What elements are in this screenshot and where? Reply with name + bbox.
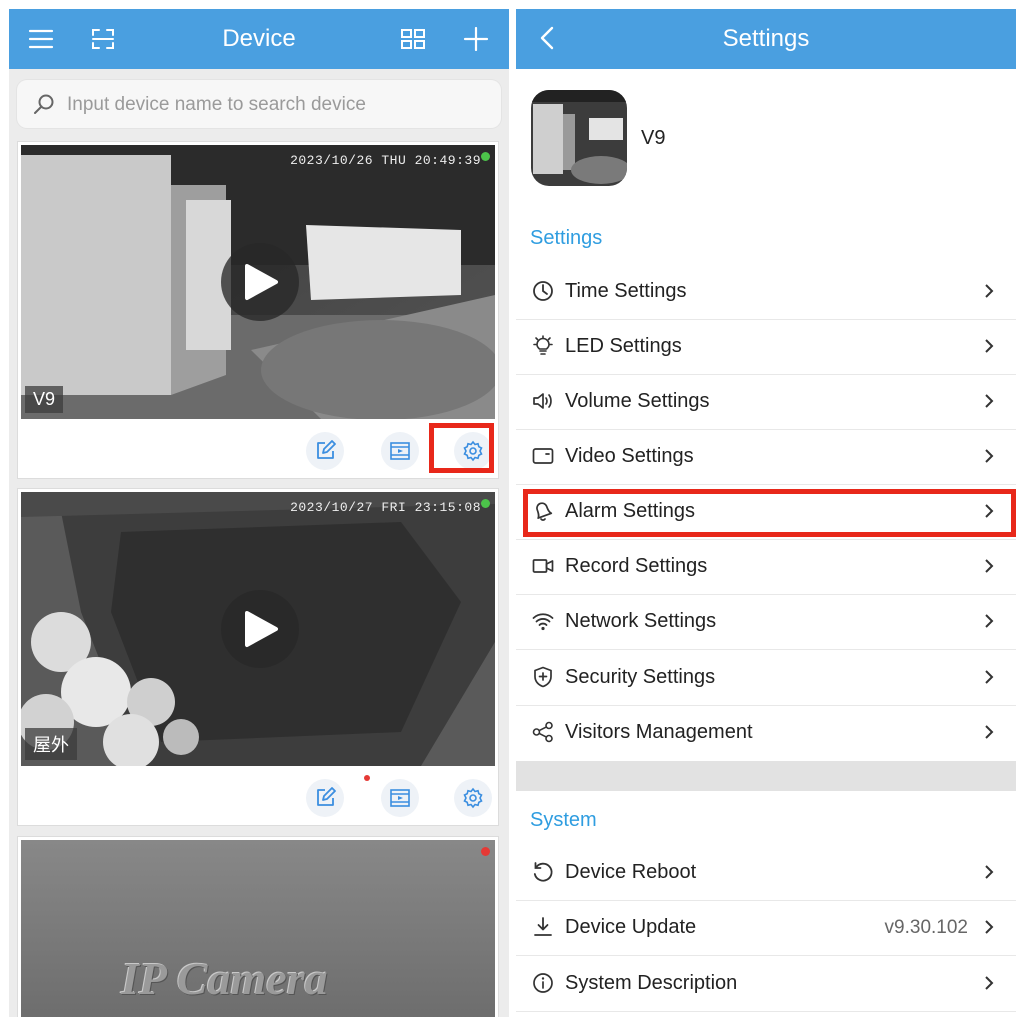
settings-screen: Settings V9 Settings Time Settings LED S… (516, 9, 1016, 1017)
download-icon (532, 916, 554, 938)
search-icon (34, 94, 54, 114)
chevron-right-icon (985, 339, 994, 353)
chevron-right-icon (985, 394, 994, 408)
chevron-right-icon (985, 449, 994, 463)
play-icon (245, 264, 278, 300)
settings-item-label: LED Settings (565, 335, 682, 357)
settings-item-time[interactable]: Time Settings (516, 264, 1016, 320)
settings-item-security[interactable]: Security Settings (516, 650, 1016, 706)
system-item-update[interactable]: Device Update v9.30.102 (516, 900, 1016, 956)
page-title: Device (222, 25, 296, 52)
settings-item-label: Network Settings (565, 610, 717, 632)
play-icon (245, 611, 278, 647)
camera-preview[interactable]: 2023/10/27 FRI 23:15:08 屋外 (21, 492, 495, 766)
play-button[interactable] (221, 590, 299, 668)
search-bar (17, 80, 501, 128)
settings-item-label: Visitors Management (565, 721, 753, 743)
gear-icon (463, 787, 483, 809)
chevron-right-icon (985, 284, 994, 298)
lightbulb-icon (532, 335, 554, 357)
settings-item-visitors[interactable]: Visitors Management (516, 705, 1016, 760)
section-title-system: System (530, 809, 597, 831)
device-thumbnail (531, 90, 627, 186)
device-header: Device (9, 9, 509, 69)
settings-item-label: Record Settings (565, 555, 708, 577)
share-icon (532, 721, 554, 743)
timestamp: 2023/10/26 THU 20:49:39 (290, 153, 481, 168)
edit-icon (317, 787, 336, 806)
shield-icon (532, 666, 554, 688)
camera-preview[interactable]: IP Camera (21, 840, 495, 1017)
film-icon (390, 789, 410, 807)
speaker-icon (532, 390, 554, 412)
card-actions (18, 769, 498, 825)
camera-overlay-text: IP Camera (121, 953, 328, 1004)
highlight-box (429, 423, 494, 473)
settings-item-label: Security Settings (565, 666, 716, 688)
chevron-right-icon (985, 614, 994, 628)
film-icon (390, 442, 410, 460)
device-card: 2023/10/27 FRI 23:15:08 屋外 (17, 488, 499, 826)
settings-item-label: Video Settings (565, 445, 694, 467)
settings-item-label: Volume Settings (565, 390, 710, 412)
timestamp: 2023/10/27 FRI 23:15:08 (290, 500, 481, 515)
chevron-right-icon (985, 920, 994, 934)
system-item-reboot[interactable]: Device Reboot (516, 845, 1016, 901)
chevron-right-icon (985, 976, 994, 990)
settings-item-record[interactable]: Record Settings (516, 539, 1016, 595)
grid-view-icon[interactable] (400, 27, 426, 51)
firmware-version: v9.30.102 (884, 917, 968, 938)
search-input[interactable] (65, 88, 489, 122)
clock-icon (532, 280, 554, 302)
settings-button[interactable] (454, 779, 492, 817)
section-divider (516, 761, 1016, 791)
system-item-description[interactable]: System Description (516, 956, 1016, 1012)
offline-status-dot (481, 847, 490, 856)
playback-button[interactable] (381, 432, 419, 470)
online-status-dot (481, 152, 490, 161)
camera-preview[interactable]: 2023/10/26 THU 20:49:39 V9 (21, 145, 495, 419)
edit-button[interactable] (306, 779, 344, 817)
system-item-label: Device Update (565, 916, 697, 938)
card-actions (18, 422, 498, 478)
camera-name-label: 屋外 (25, 728, 77, 760)
chevron-right-icon (985, 865, 994, 879)
device-list-screen: Device Input device name to search devic… (9, 9, 509, 1017)
reboot-icon (532, 861, 554, 883)
chevron-right-icon (985, 559, 994, 573)
edit-icon (317, 440, 336, 459)
device-card: 2023/10/26 THU 20:49:39 V9 (17, 141, 499, 479)
wifi-icon (532, 610, 554, 632)
page-title: Settings (722, 25, 810, 52)
play-button[interactable] (221, 243, 299, 321)
settings-header: Settings (516, 9, 1016, 69)
info-icon (532, 972, 554, 994)
playback-button[interactable] (381, 779, 419, 817)
settings-item-volume[interactable]: Volume Settings (516, 374, 1016, 430)
video-camera-icon (532, 555, 554, 577)
highlight-box (523, 489, 1016, 537)
system-item-label: System Description (565, 972, 738, 994)
chevron-right-icon (985, 725, 994, 739)
device-card: IP Camera (17, 836, 499, 1017)
online-status-dot (481, 499, 490, 508)
settings-item-label: Time Settings (565, 280, 687, 302)
settings-item-video[interactable]: Video Settings (516, 429, 1016, 485)
settings-item-network[interactable]: Network Settings (516, 594, 1016, 650)
add-device-icon[interactable] (463, 27, 489, 51)
video-frame-icon (532, 445, 554, 467)
camera-name-label: V9 (25, 386, 64, 413)
device-name: V9 (641, 127, 666, 149)
edit-button[interactable] (306, 432, 344, 470)
settings-item-led[interactable]: LED Settings (516, 319, 1016, 375)
section-title-settings: Settings (530, 227, 603, 249)
system-item-label: Device Reboot (565, 861, 697, 883)
chevron-right-icon (985, 670, 994, 684)
